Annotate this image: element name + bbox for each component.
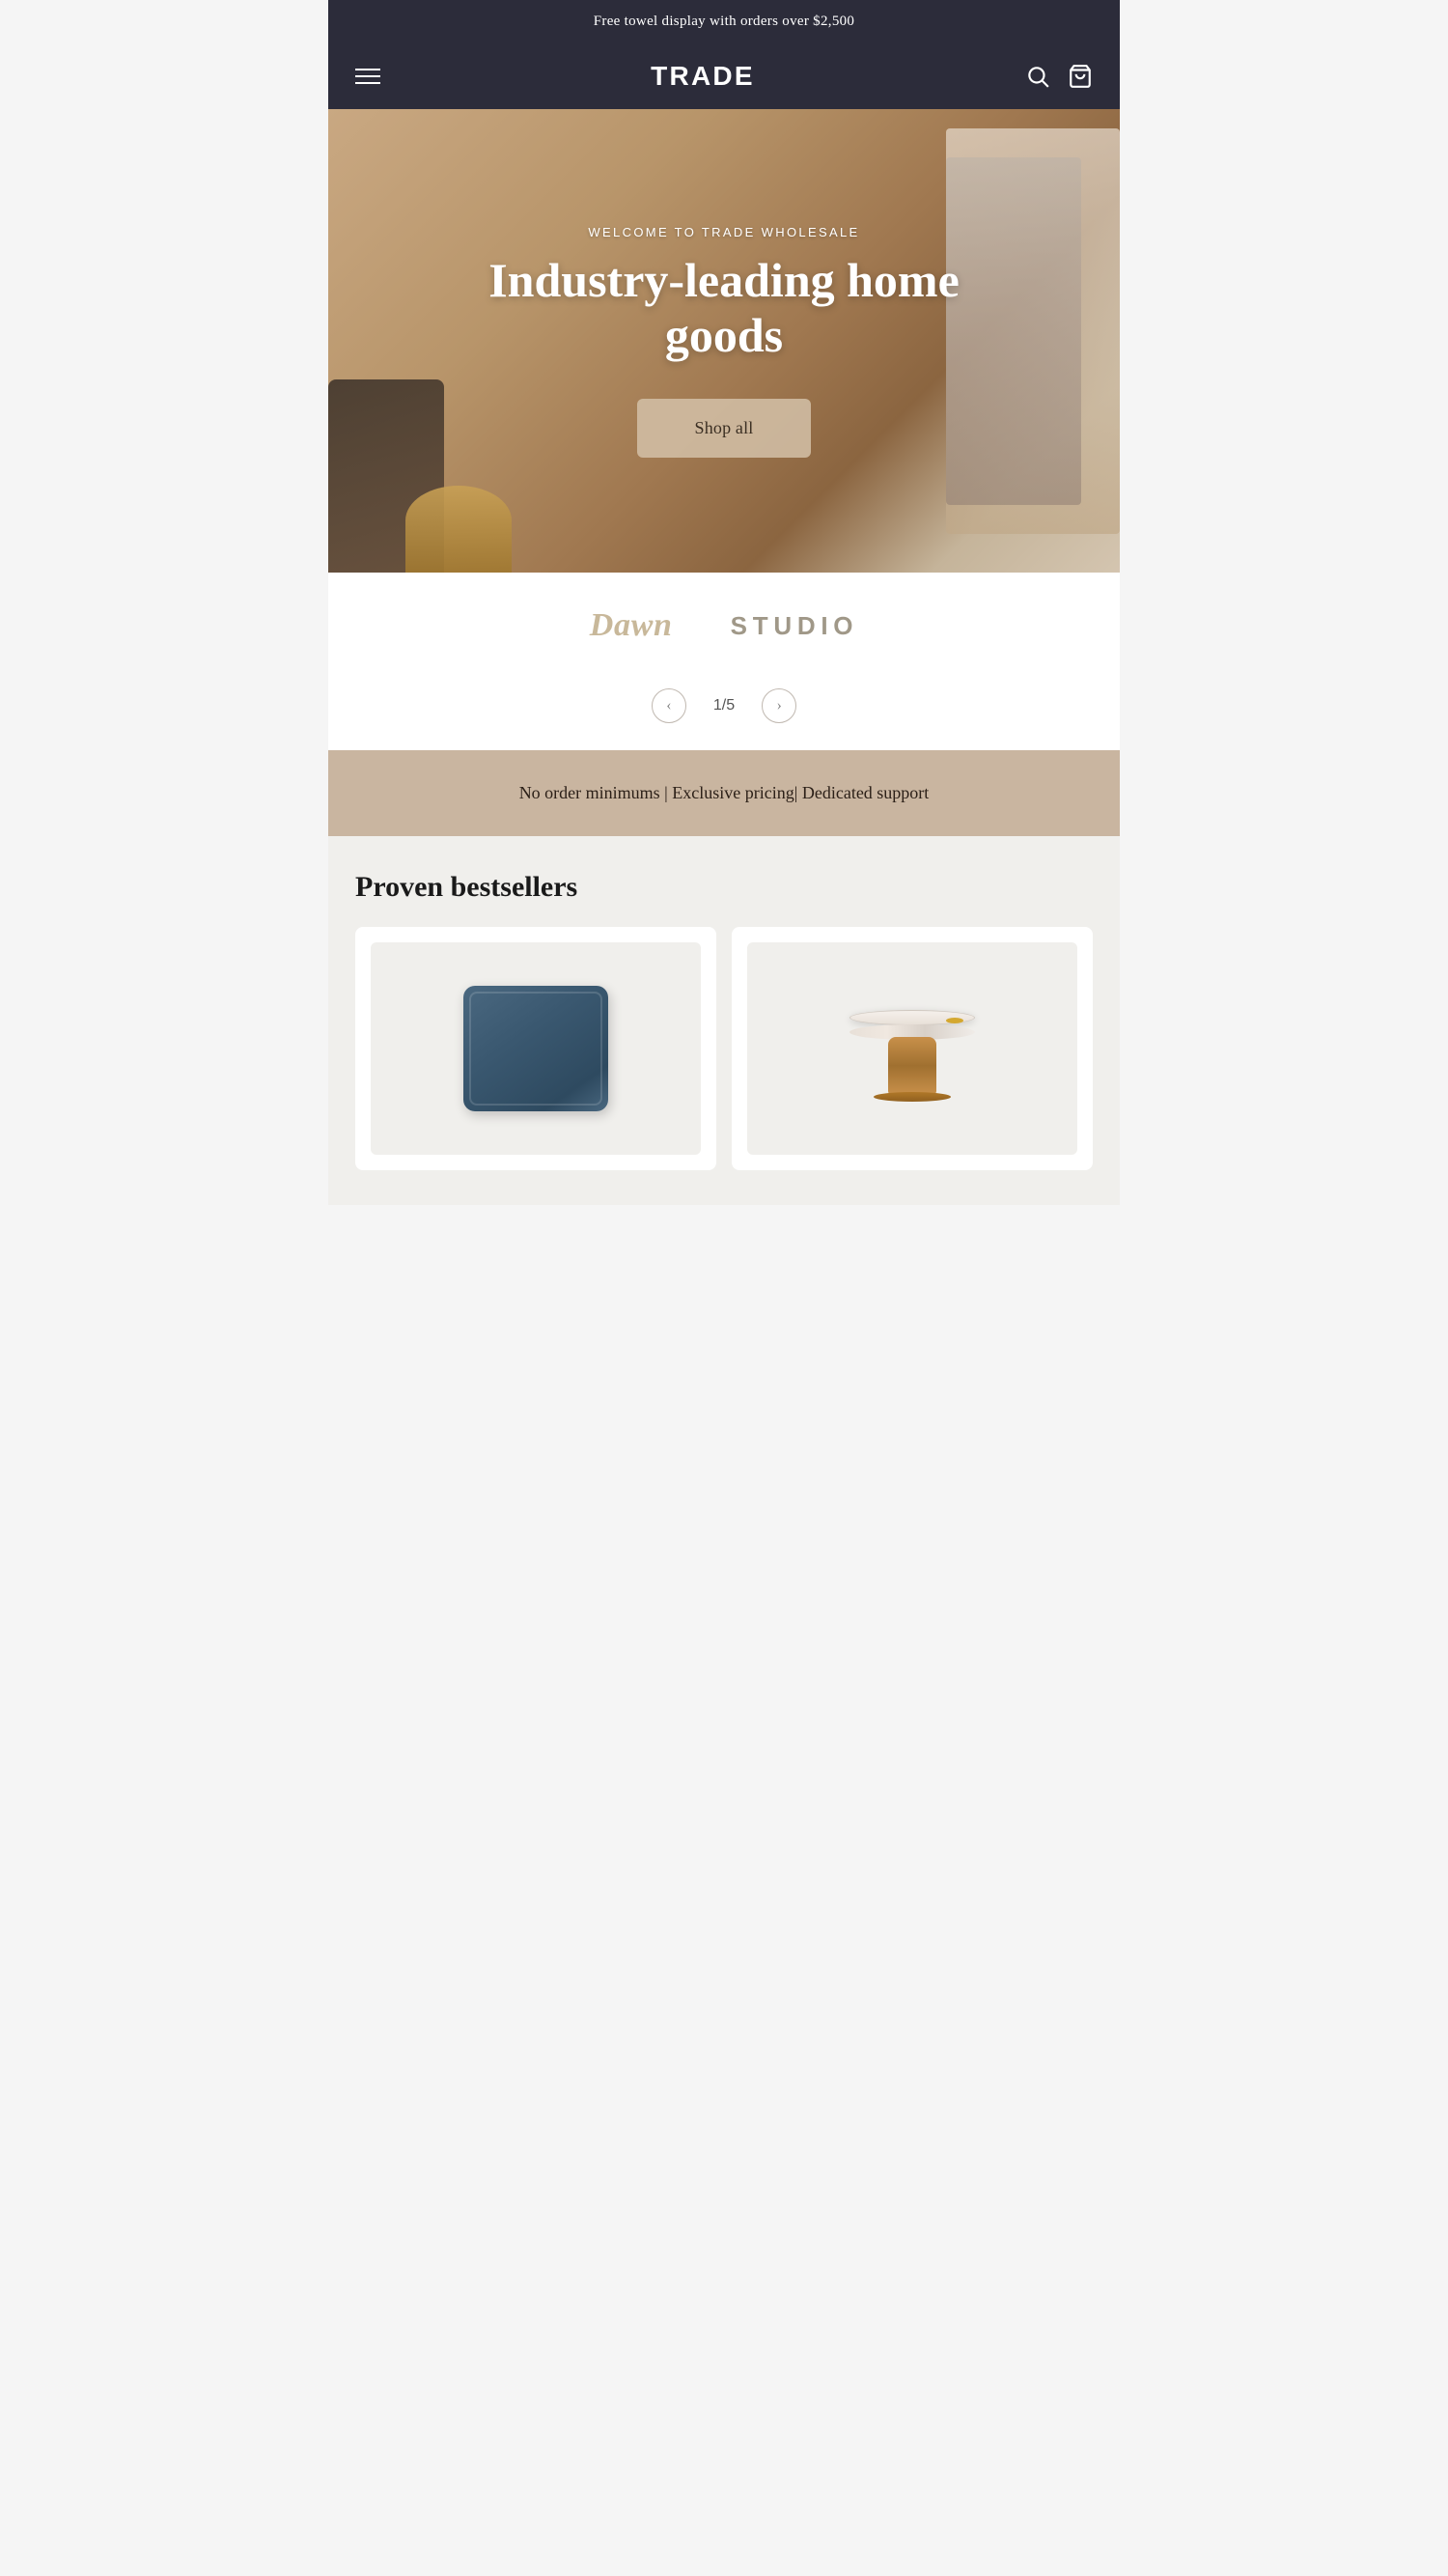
header-icons: [1025, 64, 1093, 89]
product-grid: [355, 927, 1093, 1205]
chevron-left-icon: ‹: [666, 697, 671, 714]
pagination-indicator: 1/5: [713, 697, 735, 714]
brand-carousel-pagination: ‹ 1/5 ›: [328, 679, 1120, 750]
brand-studio[interactable]: STUDIO: [731, 611, 859, 641]
bestsellers-section: Proven bestsellers: [328, 836, 1120, 1205]
search-icon: [1025, 64, 1050, 89]
carousel-next-button[interactable]: ›: [762, 688, 796, 723]
table-illustration: [835, 971, 989, 1126]
chevron-right-icon: ›: [776, 697, 781, 714]
hero-title: Industry-leading home goods: [425, 253, 1023, 364]
brand-logos-row: Dawn STUDIO: [328, 573, 1120, 679]
value-props-text: No order minimums | Exclusive pricing| D…: [348, 779, 1100, 807]
cart-icon: [1068, 64, 1093, 89]
hero-content: WELCOME TO TRADE WHOLESALE Industry-lead…: [328, 109, 1120, 573]
brand-dawn[interactable]: Dawn: [590, 607, 673, 644]
table-pedestal: [888, 1037, 936, 1095]
hero-subtitle: WELCOME TO TRADE WHOLESALE: [588, 225, 859, 239]
pillow-illustration: [459, 976, 613, 1121]
value-props-bar: No order minimums | Exclusive pricing| D…: [328, 750, 1120, 836]
product-card-table[interactable]: [732, 927, 1093, 1170]
pillow-seam: [469, 992, 602, 1106]
product-image-table: [747, 942, 1077, 1155]
hero-section: WELCOME TO TRADE WHOLESALE Industry-lead…: [328, 109, 1120, 573]
cart-button[interactable]: [1068, 64, 1093, 89]
carousel-prev-button[interactable]: ‹: [652, 688, 686, 723]
hero-cta-button[interactable]: Shop all: [637, 399, 812, 458]
menu-button[interactable]: [355, 69, 380, 84]
table-gold-accent: [946, 1018, 963, 1023]
site-logo: TRADE: [651, 61, 755, 92]
product-card-pillow[interactable]: [355, 927, 716, 1170]
announcement-bar: Free towel display with orders over $2,5…: [328, 0, 1120, 43]
announcement-text: Free towel display with orders over $2,5…: [594, 14, 854, 29]
bestsellers-title: Proven bestsellers: [355, 871, 1093, 904]
search-button[interactable]: [1025, 64, 1050, 89]
table-base: [874, 1092, 951, 1102]
header: TRADE: [328, 43, 1120, 109]
product-image-pillow: [371, 942, 701, 1155]
